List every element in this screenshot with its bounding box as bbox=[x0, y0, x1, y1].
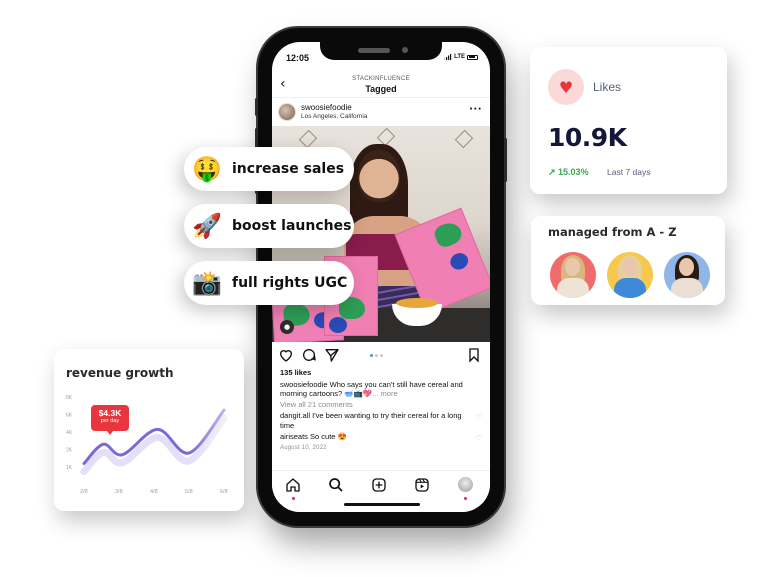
tooltip-value: $4.3K bbox=[98, 408, 122, 418]
more-horizontal-icon[interactable]: ··· bbox=[469, 104, 482, 115]
search-icon[interactable] bbox=[328, 477, 344, 493]
x-tick-label: 3/8 bbox=[115, 489, 123, 495]
signal-icon bbox=[444, 54, 452, 60]
benefit-pill-full-rights-ugc: 📸 full rights UGC bbox=[184, 261, 354, 305]
box-art bbox=[329, 317, 347, 333]
creator-torso bbox=[671, 278, 703, 298]
tooltip-label: per day bbox=[100, 418, 120, 424]
box-art bbox=[432, 219, 465, 250]
y-tick-label: 4K bbox=[66, 430, 73, 436]
front-camera bbox=[402, 47, 408, 53]
y-tick-label: 8K bbox=[66, 395, 73, 401]
pill-label: increase sales bbox=[232, 161, 345, 177]
y-tick-label: 2K bbox=[66, 448, 73, 454]
line-fade-overlay bbox=[189, 387, 234, 477]
instagram-header: ‹ STACKINFLUENCE Tagged bbox=[272, 74, 490, 98]
comment-user[interactable]: dangit.all bbox=[280, 411, 310, 420]
creator-avatar bbox=[664, 252, 710, 298]
carousel-dot bbox=[370, 354, 373, 357]
creator-avatar bbox=[607, 252, 653, 298]
tagged-user-icon[interactable]: ● bbox=[280, 320, 294, 334]
creator-face bbox=[679, 258, 694, 276]
benefit-pill-increase-sales: 🤑 increase sales bbox=[184, 147, 354, 191]
post-date: August 10, 2022 bbox=[280, 444, 327, 451]
creator-torso bbox=[614, 278, 646, 298]
comment: airiseats So cute 😍 ♡ bbox=[280, 432, 484, 442]
speaker bbox=[358, 48, 390, 53]
x-tick-label: 5/8 bbox=[185, 489, 193, 495]
likes-value: 10.9K bbox=[548, 123, 627, 152]
likes-period: Last 7 days bbox=[607, 167, 651, 177]
carousel-dot bbox=[375, 354, 378, 357]
x-tick-label: 6/8 bbox=[220, 489, 228, 495]
avatar[interactable] bbox=[278, 103, 296, 121]
y-tick-label: 6K bbox=[66, 413, 73, 419]
pill-label: full rights UGC bbox=[232, 275, 348, 291]
battery-icon bbox=[467, 54, 478, 60]
carousel-dot bbox=[380, 354, 383, 357]
chart-tooltip: $4.3K per day bbox=[91, 405, 129, 435]
network-label: LTE bbox=[454, 54, 465, 60]
home-icon[interactable] bbox=[285, 477, 301, 493]
revenue-card: revenue growth 8K 6K 4K 2K 1K 2/8 3/8 4/8 5/8 6/8 bbox=[54, 349, 244, 511]
caption-user[interactable]: swoosiefoodie bbox=[280, 380, 328, 389]
wall-decoration bbox=[454, 129, 474, 149]
header-title: Tagged bbox=[365, 84, 397, 94]
y-tick-label: 1K bbox=[66, 465, 73, 471]
money-face-icon: 🤑 bbox=[192, 155, 222, 183]
box-art bbox=[447, 250, 471, 273]
post-location[interactable]: Los Angeles, California bbox=[301, 113, 368, 120]
pill-label: boost launches bbox=[232, 218, 352, 234]
revenue-chart: 8K 6K 4K 2K 1K 2/8 3/8 4/8 5/8 6/8 bbox=[66, 387, 234, 495]
comment-icon[interactable] bbox=[301, 347, 317, 363]
x-tick-label: 4/8 bbox=[150, 489, 158, 495]
post-caption: swoosiefoodie Who says you can't still h… bbox=[280, 380, 484, 399]
likes-count[interactable]: 135 likes bbox=[280, 368, 484, 378]
view-all-comments-link[interactable]: View all 21 comments bbox=[280, 400, 484, 410]
bookmark-icon[interactable] bbox=[466, 347, 482, 363]
add-post-icon[interactable] bbox=[371, 477, 387, 493]
caption-more-link[interactable]: ... more bbox=[372, 389, 397, 398]
post-username[interactable]: swoosiefoodie bbox=[301, 103, 352, 112]
bottom-tab-bar bbox=[272, 470, 490, 512]
post-details: 135 likes swoosiefoodie Who says you can… bbox=[280, 368, 484, 453]
notification-dot bbox=[464, 497, 467, 500]
profile-icon[interactable] bbox=[458, 477, 473, 492]
home-indicator bbox=[344, 503, 420, 506]
heart-icon[interactable] bbox=[278, 347, 294, 363]
likes-trend: ↗ 15.03% bbox=[548, 167, 589, 177]
wall-decoration bbox=[298, 129, 318, 149]
phone-notch bbox=[320, 42, 442, 60]
likes-card: ♥ Likes 10.9K ↗ 15.03% Last 7 days bbox=[530, 47, 727, 194]
benefit-pill-boost-launches: 🚀 boost launches bbox=[184, 204, 354, 248]
creator-face bbox=[622, 258, 637, 276]
likes-label: Likes bbox=[593, 80, 622, 94]
rocket-icon: 🚀 bbox=[192, 212, 222, 240]
phone-power-button bbox=[504, 138, 507, 182]
post-header: swoosiefoodie Los Angeles, California ··… bbox=[272, 99, 490, 126]
reels-icon[interactable] bbox=[414, 477, 430, 493]
comment: dangit.all I've been wanting to try thei… bbox=[280, 411, 484, 430]
person-head bbox=[358, 150, 400, 202]
comment-like-icon[interactable]: ♡ bbox=[476, 434, 482, 444]
comment-like-icon[interactable]: ♡ bbox=[476, 413, 482, 423]
notification-dot bbox=[292, 497, 295, 500]
managed-title: managed from A - Z bbox=[548, 225, 677, 239]
heart-icon: ♥ bbox=[548, 69, 584, 105]
phone-side-button bbox=[255, 98, 258, 116]
creator-face bbox=[565, 258, 580, 276]
carousel-indicator bbox=[370, 354, 383, 357]
creator-avatar bbox=[550, 252, 596, 298]
status-indicators: LTE bbox=[444, 54, 478, 60]
comment-text: So cute 😍 bbox=[310, 432, 347, 441]
comment-user[interactable]: airiseats bbox=[280, 432, 308, 441]
creator-torso bbox=[557, 278, 589, 298]
camera-flash-icon: 📸 bbox=[192, 269, 222, 297]
x-tick-label: 2/8 bbox=[80, 489, 88, 495]
managed-card: managed from A - Z bbox=[531, 216, 725, 305]
status-time: 12:05 bbox=[286, 53, 310, 63]
header-subtitle: STACKINFLUENCE bbox=[352, 76, 410, 82]
post-actions bbox=[272, 344, 490, 366]
share-icon[interactable] bbox=[324, 347, 340, 363]
